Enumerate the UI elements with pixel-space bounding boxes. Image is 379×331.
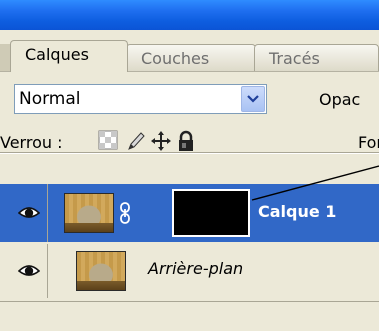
blend-mode-select[interactable]: Normal — [14, 84, 267, 114]
layer-name-arriere-plan: Arrière-plan — [148, 259, 244, 278]
eye-icon — [18, 265, 40, 276]
tab-couches-label: Couches — [141, 49, 210, 68]
panel-tabs: Calques Couches Tracés — [0, 40, 379, 72]
lock-position-icon[interactable] — [150, 130, 171, 152]
tab-traces-label: Tracés — [269, 49, 320, 68]
visibility-toggle-arriere-plan[interactable] — [8, 244, 48, 298]
chevron-down-icon — [247, 95, 259, 103]
lock-all-icon[interactable] — [176, 130, 196, 152]
lock-transparency-icon[interactable] — [98, 130, 118, 152]
lock-label: Verrou : — [0, 133, 63, 152]
mask-link-icon[interactable] — [118, 202, 132, 224]
layer-thumbnail-arriere-plan — [76, 251, 126, 291]
fill-label: For — [358, 133, 379, 152]
layer-row-calque-1[interactable]: Calque 1 — [0, 184, 379, 242]
visibility-toggle-calque-1[interactable] — [8, 184, 48, 242]
layers-panel: Calques Couches Tracés Normal Opac Verro… — [0, 30, 379, 331]
eye-icon — [18, 207, 40, 218]
layer-name-calque-1: Calque 1 — [258, 202, 337, 221]
layer-thumbnail-calque-1 — [64, 193, 114, 233]
layers-bottom-separator — [0, 301, 379, 302]
opacity-label: Opac — [319, 90, 361, 109]
tab-calques-label: Calques — [25, 45, 89, 64]
tab-traces[interactable]: Tracés — [254, 44, 379, 71]
blend-mode-dropdown-button[interactable] — [241, 86, 265, 112]
blend-mode-row: Normal Opac — [0, 82, 379, 118]
blend-mode-value: Normal — [19, 89, 81, 109]
window-title-bar — [0, 0, 379, 30]
layer-row-arriere-plan[interactable]: Arrière-plan — [0, 244, 379, 298]
lock-row-separator-highlight — [0, 153, 379, 154]
tab-calques[interactable]: Calques — [10, 40, 128, 72]
tab-couches[interactable]: Couches — [126, 44, 256, 71]
lock-image-icon[interactable] — [126, 130, 146, 152]
layer-mask-thumbnail[interactable] — [172, 189, 250, 237]
